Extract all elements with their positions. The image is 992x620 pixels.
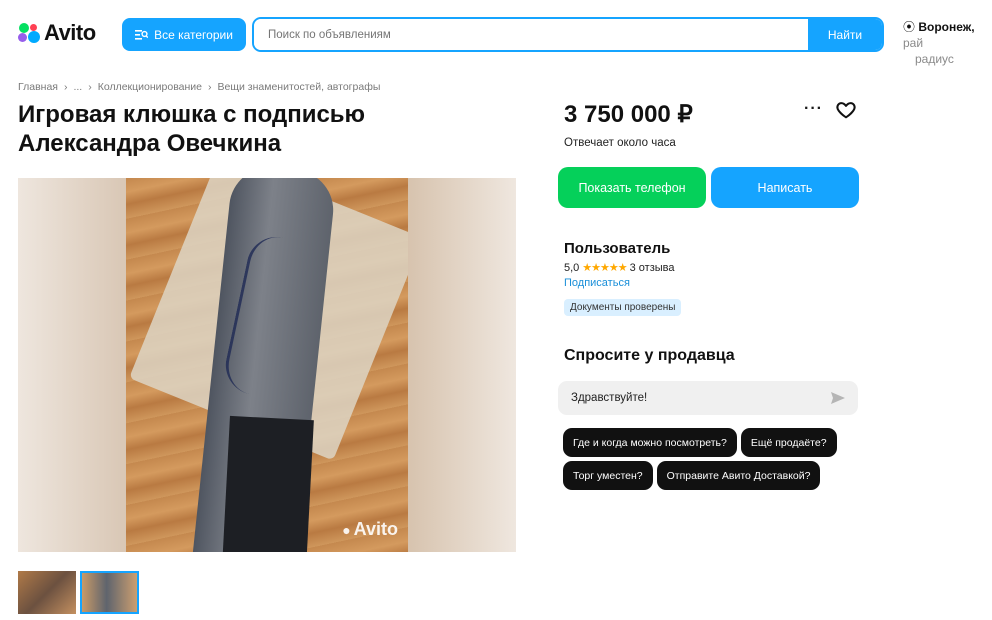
avito-logo[interactable]: Avito	[18, 20, 96, 46]
watermark-dots-icon: ●	[342, 521, 351, 538]
location-extra: рай	[903, 36, 924, 50]
quick-questions: Где и когда можно посмотреть? Ещё продаё…	[563, 428, 863, 490]
search-button[interactable]: Найти	[808, 19, 882, 50]
hockey-stick-tape	[222, 415, 314, 552]
price: 3 750 000 ₽	[564, 101, 693, 128]
quick-question-chip[interactable]: Отправите Авито Доставкой?	[656, 461, 821, 490]
star-icons: ★★★★★	[582, 262, 627, 274]
watermark-text: Avito	[353, 519, 398, 539]
breadcrumb: Главная › ... › Коллекционирование › Вещ…	[18, 81, 380, 93]
all-categories-button[interactable]: Все категории	[122, 18, 246, 51]
quick-question-chip[interactable]: Ещё продаёте?	[740, 428, 837, 457]
avito-watermark: ● Avito	[342, 519, 398, 540]
thumbnail-1[interactable]	[18, 571, 76, 614]
quick-question-chip[interactable]: Где и когда можно посмотреть?	[563, 428, 737, 457]
more-dots-icon[interactable]: ···	[804, 100, 823, 118]
breadcrumb-ellipsis[interactable]: ...	[73, 81, 82, 93]
logo-dots-icon	[18, 22, 40, 44]
search-input[interactable]	[254, 19, 808, 50]
breadcrumb-celebrity-items[interactable]: Вещи знаменитостей, автографы	[218, 81, 381, 93]
subscribe-link[interactable]: Подписаться	[564, 277, 630, 289]
logo-text: Avito	[44, 20, 96, 45]
ask-seller-title: Спросите у продавца	[564, 347, 735, 364]
send-icon[interactable]	[826, 386, 850, 410]
photo-gallery[interactable]: ● Avito	[18, 178, 516, 552]
seller-rating: 5,0 ★★★★★ 3 отзыва	[564, 261, 675, 275]
breadcrumb-separator: ›	[88, 81, 92, 93]
gallery-blur-left	[18, 178, 126, 552]
quick-question-chip[interactable]: Торг уместен?	[563, 461, 653, 490]
documents-verified-badge: Документы проверены	[564, 299, 682, 316]
menu-search-icon	[135, 30, 149, 40]
breadcrumb-separator: ›	[63, 81, 68, 93]
response-time: Отвечает около часа	[564, 137, 676, 149]
seller-name[interactable]: Пользователь	[564, 240, 670, 257]
message-input[interactable]	[558, 392, 826, 404]
all-categories-label: Все категории	[154, 27, 233, 42]
location-city: Воронеж,	[918, 20, 975, 34]
search-bar: Найти	[252, 17, 884, 52]
listing-photo[interactable]	[126, 178, 423, 552]
reviews-link[interactable]: 3 отзыва	[630, 262, 675, 274]
location-pin-icon: ⦿	[903, 20, 916, 34]
show-phone-button[interactable]: Показать телефон	[558, 167, 706, 208]
location-radius: радиус	[915, 52, 954, 66]
gallery-blur-right	[408, 178, 516, 552]
write-message-button[interactable]: Написать	[711, 167, 859, 208]
breadcrumb-home[interactable]: Главная	[18, 81, 58, 93]
ask-seller-field	[558, 381, 858, 415]
breadcrumb-collecting[interactable]: Коллекционирование	[98, 81, 202, 93]
rating-value: 5,0	[564, 261, 580, 274]
heart-icon[interactable]	[835, 99, 857, 121]
listing-title: Игровая клюшка с подписью Александра Ове…	[18, 101, 366, 157]
location-selector[interactable]: ⦿ Воронеж, рай радиус	[903, 19, 992, 67]
breadcrumb-separator: ›	[208, 81, 212, 93]
thumbnail-strip	[18, 571, 139, 614]
thumbnail-2-selected[interactable]	[80, 571, 139, 614]
